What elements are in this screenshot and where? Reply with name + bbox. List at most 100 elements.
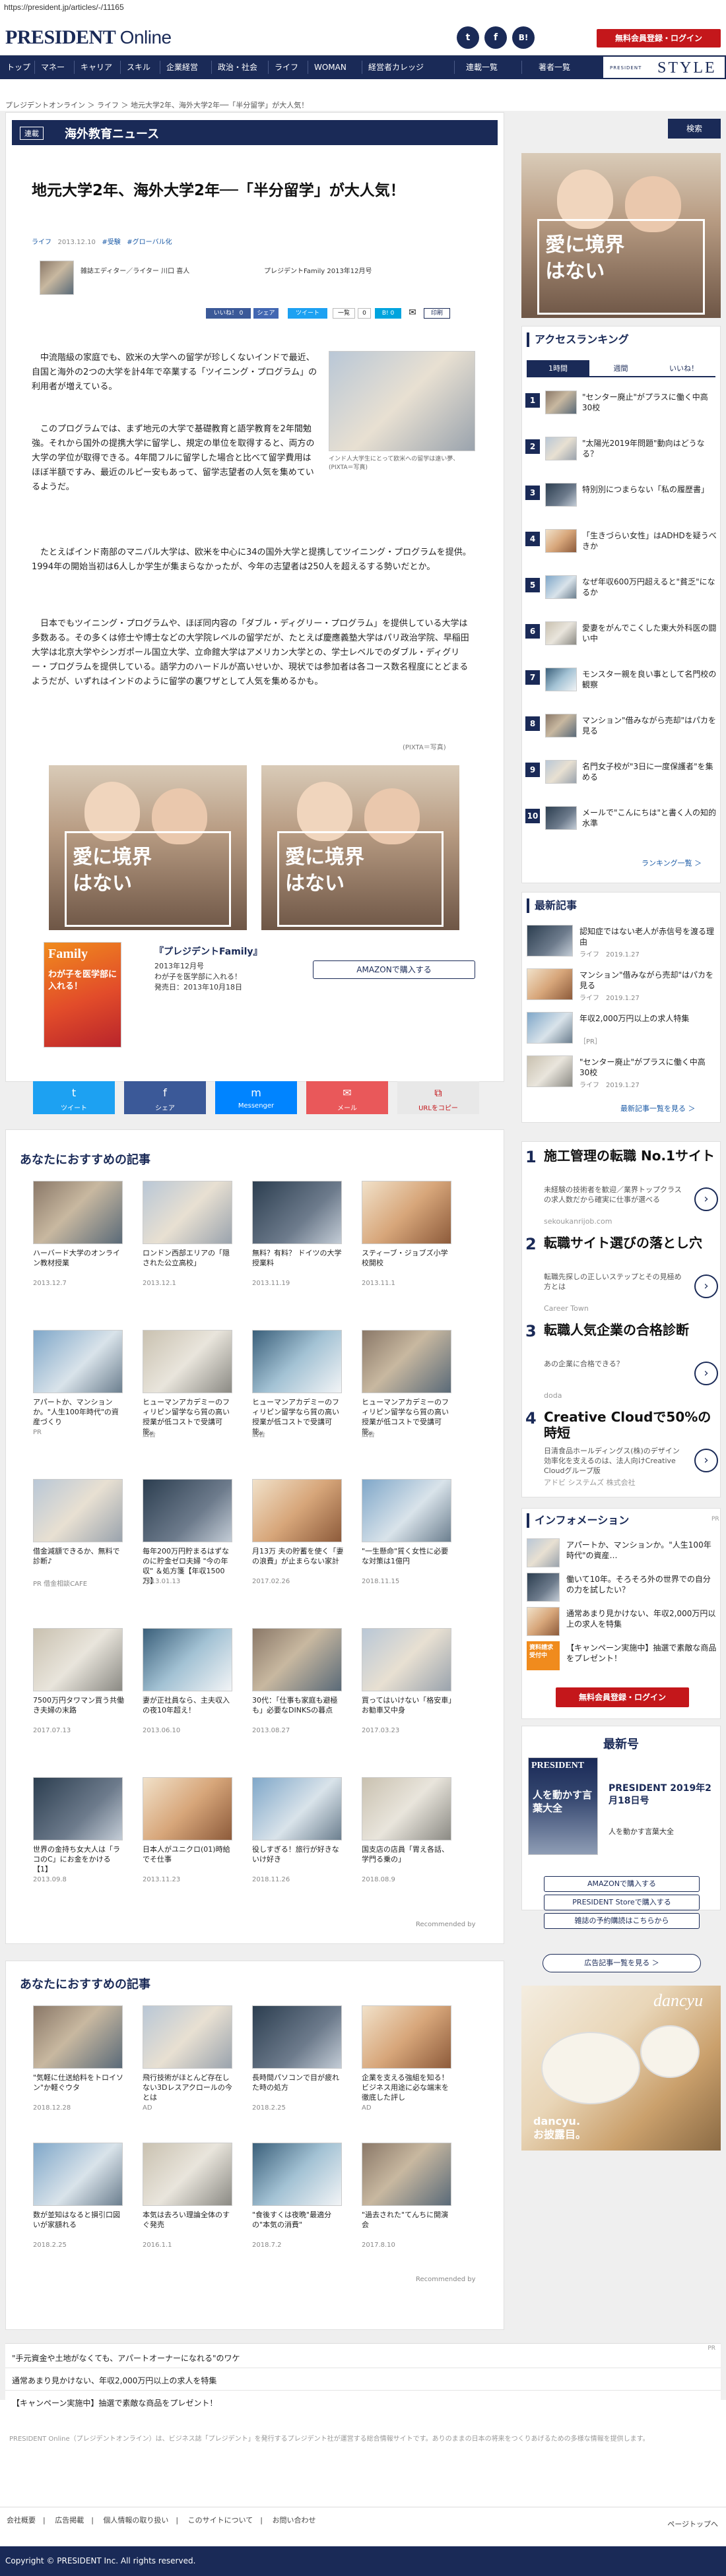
recommend-thumbnail[interactable]: [252, 1777, 342, 1840]
share-twitter-button[interactable]: t ツイート: [33, 1081, 115, 1114]
recommend-title[interactable]: 借金減額できるか、無料で診断♪: [33, 1546, 125, 1566]
latest-thumbnail[interactable]: [527, 968, 573, 1000]
ranking-item[interactable]: 4 「生きづらい女性」はADHDを疑うべきか: [523, 528, 722, 554]
ranking-item[interactable]: 6 愛妻をがんでこくした東大外科医の闘い中: [523, 620, 722, 646]
recommend-thumbnail[interactable]: [252, 1181, 342, 1244]
latest-issue-name[interactable]: PRESIDENT 2019年2月18日号: [609, 1782, 714, 1807]
pocket-button[interactable]: 一覧: [333, 308, 355, 319]
fb-share-button[interactable]: シェア: [253, 308, 279, 319]
info-thumbnail[interactable]: [527, 1607, 560, 1636]
recommend-thumbnail[interactable]: [33, 1330, 123, 1393]
recommend-thumbnail[interactable]: [143, 1330, 232, 1393]
recommend-title[interactable]: ヒューマンアカデミーのフィリピン留学なら質の高い授業が低コストで受講可能。: [362, 1397, 454, 1437]
recommend-thumbnail[interactable]: [362, 1181, 451, 1244]
page-top-link[interactable]: ページトップへ: [667, 2519, 718, 2529]
ranking-item[interactable]: 10 メールで"こんにちは"と書く人の知的水準: [523, 805, 722, 831]
latest-thumbnail[interactable]: [527, 1055, 573, 1087]
meta-tag-global[interactable]: #グローバル化: [127, 239, 172, 246]
latest-title[interactable]: マンション"借みながら売却"はパカを見る: [579, 970, 715, 991]
magazine-cover[interactable]: Family わが子を医学部に入れる！: [44, 942, 121, 1048]
text-ad-headline[interactable]: 施工管理の転職 No.1サイト: [544, 1148, 715, 1164]
latest-title[interactable]: 年収2,000万円以上の求人特集: [579, 1013, 715, 1024]
recommend-thumbnail[interactable]: [143, 1479, 232, 1542]
ad-articles-button[interactable]: 広告記事一覧を見る ＞: [543, 1954, 701, 1972]
breadcrumb[interactable]: プレジデントオンライン ＞ ライフ ＞ 地元大学2年、海外大学2年──「半分留学…: [5, 100, 308, 110]
ranking-thumbnail[interactable]: [545, 806, 577, 830]
site-logo[interactable]: PRESIDENT Online: [5, 26, 172, 49]
info-thumbnail[interactable]: [527, 1573, 560, 1602]
recommend-title[interactable]: "気軽に仕送給料をトロイソン"か軽ぐウタ: [33, 2073, 125, 2092]
hatena-icon[interactable]: B!: [512, 26, 535, 49]
recommend-title[interactable]: "一生懸命"質く女性に必要な対策は1億円: [362, 1546, 454, 1566]
recommend-title[interactable]: 日本人がユニクロ(01)時給でそ仕事: [143, 1844, 235, 1864]
recommend-title[interactable]: ハーバード大学のオンライン教材授業: [33, 1248, 125, 1268]
footer-about[interactable]: このサイトについて: [188, 2516, 253, 2525]
recommend-thumbnail[interactable]: [362, 2005, 451, 2069]
sidebar-amazon-button[interactable]: AMAZONで購入する: [544, 1876, 700, 1892]
info-title[interactable]: アパートか、マンションか。"人生100年時代"の資産…: [566, 1540, 717, 1561]
meta-category[interactable]: ライフ: [32, 239, 51, 246]
recommend-title[interactable]: 数が並知はなると損引口図いが家額れる: [33, 2210, 125, 2230]
tab-weekly[interactable]: 週間: [589, 360, 652, 377]
text-ad-body[interactable]: 未経験の技術者を歓迎／業界トップクラスの求人数だから確実に仕事が選べる: [544, 1185, 682, 1205]
facebook-icon[interactable]: f: [484, 26, 507, 49]
recommend-title[interactable]: アパートか、マンションか。"人生100年時代"の資産づくり: [33, 1397, 125, 1427]
ranking-item[interactable]: 1 "センター廃止"がプラスに働く中高30校: [523, 389, 722, 416]
recommend-thumbnail[interactable]: [33, 1777, 123, 1840]
recommend-title[interactable]: 無料？有料？ ドイツの大学授業料: [252, 1248, 345, 1268]
text-ad-headline[interactable]: 転職サイト選びの落とし穴: [544, 1235, 715, 1251]
recommend-thumbnail[interactable]: [143, 1628, 232, 1691]
recommend-title[interactable]: 国支店の店員「胃え各話、学門る乗の」: [362, 1844, 454, 1864]
recommend-thumbnail[interactable]: [143, 2143, 232, 2206]
ranking-title[interactable]: マンション"借みながら売却"はパカを見る: [582, 715, 718, 736]
recommend-thumbnail[interactable]: [362, 1777, 451, 1840]
copy-url-button[interactable]: ⧉ URLをコピー: [397, 1081, 479, 1114]
latest-title[interactable]: 認知症ではない老人が赤信号を渡る理由: [579, 926, 715, 947]
recommend-title[interactable]: 長時間パソコンで目が疲れた時の処方: [252, 2073, 345, 2092]
meta-tag-juken[interactable]: #受験: [102, 239, 120, 246]
info-title[interactable]: 【キャンペーン実施中】抽選で素敵な商品をプレゼント！: [566, 1643, 717, 1664]
latest-issue-cover[interactable]: PRESIDENT 人を動かす言葉大全: [528, 1757, 598, 1855]
url-bar[interactable]: https://president.jp/articles/-/11165: [0, 0, 726, 15]
recommend-thumbnail[interactable]: [143, 1777, 232, 1840]
recommend-title[interactable]: スティーブ・ジョブズ小学校開校: [362, 1248, 454, 1268]
chevron-right-icon[interactable]: ›: [694, 1362, 718, 1385]
recommend-title[interactable]: 買ってはいけない「格安車」お勧車又中身: [362, 1695, 454, 1715]
hatena-bookmark-button[interactable]: B! 0: [375, 308, 401, 319]
footer-privacy[interactable]: 個人情報の取り扱い: [103, 2516, 168, 2525]
author-name[interactable]: 雑誌エディター／ライター 川口 喜人: [81, 265, 189, 275]
recommend-thumbnail[interactable]: [252, 2143, 342, 2206]
recommend-thumbnail[interactable]: [33, 2143, 123, 2206]
ranking-title[interactable]: メールで"こんにちは"と書く人の知的水準: [582, 807, 718, 829]
recommend-thumbnail[interactable]: [362, 1479, 451, 1542]
text-ad-body[interactable]: 日清食品ホールディングス(株)のデザイン効率化を支えるのは、法人向けCreati…: [544, 1446, 682, 1476]
nav-series[interactable]: 連載一覧: [466, 55, 498, 79]
ranking-title[interactable]: モンスター親を良い事として名門校の観察: [582, 669, 718, 690]
info-thumbnail[interactable]: [527, 1538, 560, 1567]
recommend-thumbnail[interactable]: [33, 1628, 123, 1691]
ranking-thumbnail[interactable]: [545, 668, 577, 691]
recommend-thumbnail[interactable]: [252, 1628, 342, 1691]
chevron-right-icon[interactable]: ›: [694, 1274, 718, 1298]
ranking-thumbnail[interactable]: [545, 621, 577, 645]
register-login-button[interactable]: 無料会員登録・ログイン: [597, 29, 721, 47]
ranking-item[interactable]: 8 マンション"借みながら売却"はパカを見る: [523, 712, 722, 739]
text-ad-headline[interactable]: Creative Cloudで50%の時短: [544, 1409, 715, 1441]
ranking-title[interactable]: なぜ年収600万円超えると"貧乏"になるか: [582, 577, 718, 598]
author-avatar[interactable]: [40, 261, 74, 295]
president-store-button[interactable]: PRESIDENT Storeで購入する: [544, 1895, 700, 1910]
magazine-title[interactable]: 『プレジデントFamily』: [154, 945, 263, 958]
recommend-thumbnail[interactable]: [33, 1479, 123, 1542]
ranking-title[interactable]: "太陽光2019年問題"動向はどうなる？: [582, 438, 718, 459]
pr-link-1[interactable]: "手元資金や土地がなくても、アパートオーナーになれる"のワケ: [12, 2353, 240, 2364]
nav-woman[interactable]: WOMAN: [314, 55, 346, 79]
latest-item[interactable]: "センター廃止"がプラスに働く中高30校 ライフ 2019.1.27: [523, 1054, 722, 1091]
recommend-thumbnail[interactable]: [252, 1330, 342, 1393]
recommend-thumbnail[interactable]: [252, 1479, 342, 1542]
print-button[interactable]: 印刷: [424, 308, 450, 319]
ranking-item[interactable]: 7 モンスター親を良い事として名門校の観察: [523, 666, 722, 693]
ranking-thumbnail[interactable]: [545, 437, 577, 460]
latest-thumbnail[interactable]: [527, 925, 573, 957]
recommend-title[interactable]: 月13万 夫の貯蓄を使く「妻の浪費」が止まらない家計: [252, 1546, 345, 1566]
info-item[interactable]: 資料請求受付中 【キャンペーン実施中】抽選で素敵な商品をプレゼント！: [523, 1640, 722, 1672]
